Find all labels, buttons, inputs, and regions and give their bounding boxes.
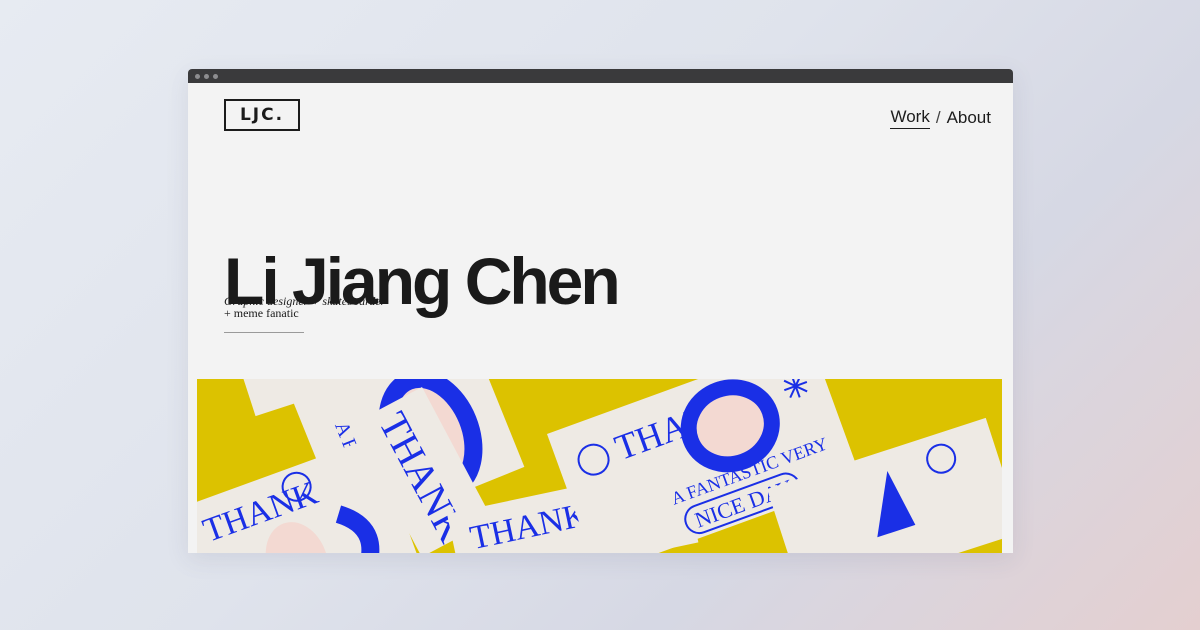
window-titlebar	[188, 69, 1013, 83]
window-dot-icon[interactable]	[204, 73, 209, 79]
tagline: Graphic designer + skateboarder + meme f…	[224, 295, 385, 319]
hero-image: A FANTASTIC VERY THANK THANK THANK	[197, 379, 1002, 553]
browser-window: LJC. Work / About Li Jiang Chen Graphic …	[188, 69, 1013, 553]
window-dot-icon[interactable]	[195, 73, 200, 79]
site-logo[interactable]: LJC.	[224, 99, 300, 131]
window-dot-icon[interactable]	[213, 73, 218, 79]
nav-work-link[interactable]: Work	[890, 107, 930, 129]
nav-about-link[interactable]: About	[947, 108, 991, 128]
divider	[224, 332, 304, 333]
tagline-line-2: + meme fanatic	[224, 306, 299, 320]
thank-you-cards-illustration: A FANTASTIC VERY THANK THANK THANK	[197, 379, 1002, 553]
main-nav: Work / About	[890, 107, 991, 129]
nav-separator: /	[935, 108, 941, 127]
